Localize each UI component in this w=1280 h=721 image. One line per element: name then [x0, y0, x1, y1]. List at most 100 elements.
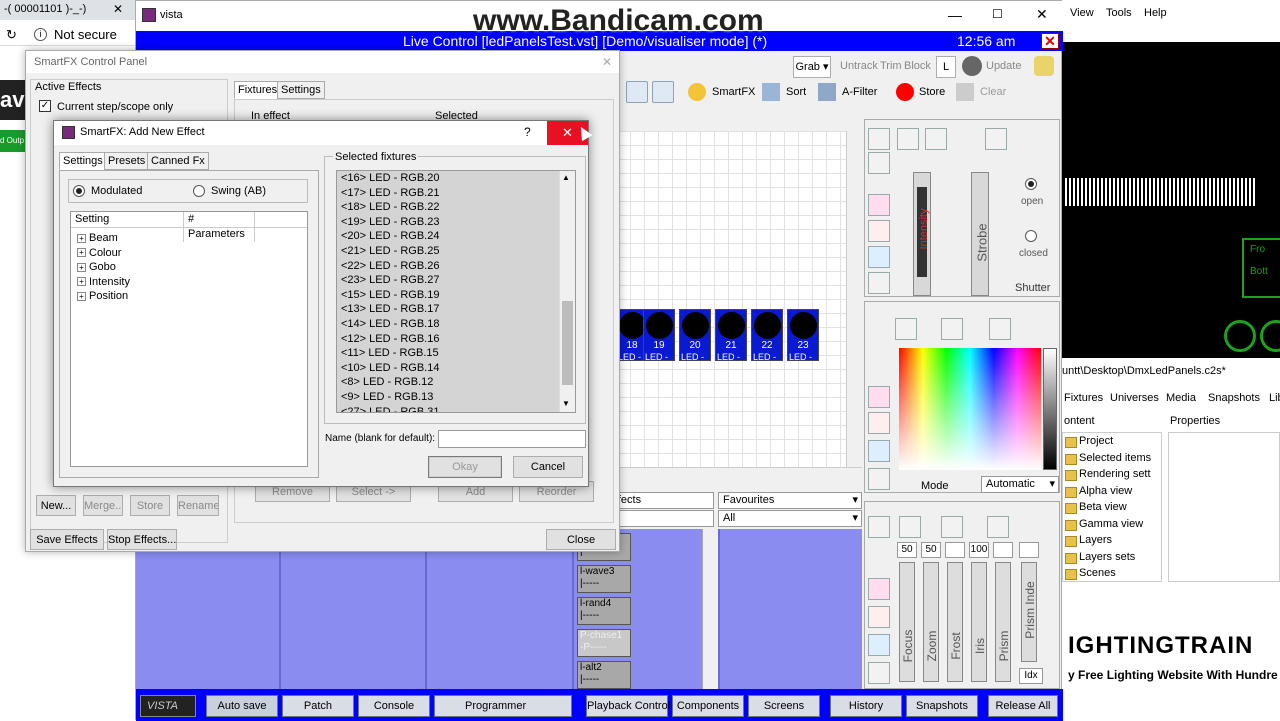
- sidebar-screen-icon[interactable]: [868, 634, 890, 656]
- store-icon[interactable]: [896, 83, 914, 101]
- fixture-23[interactable]: 23 LED -: [787, 309, 819, 362]
- fixture-item[interactable]: <16> LED - RGB.20: [337, 171, 575, 186]
- scroll-thumb[interactable]: [562, 301, 573, 385]
- mode-dropdown[interactable]: Automatic ▾: [981, 476, 1059, 493]
- tree-selected-items[interactable]: Selected items: [1063, 450, 1161, 467]
- sidebar-stop-icon[interactable]: [868, 386, 890, 408]
- modulated-radio[interactable]: [73, 185, 85, 197]
- lamp-icon[interactable]: [1034, 56, 1054, 76]
- beam-percent-icon[interactable]: [985, 128, 1007, 150]
- close-live-icon[interactable]: ✕: [1041, 33, 1059, 49]
- tab-media[interactable]: Media: [1166, 389, 1196, 407]
- filter-icon[interactable]: [818, 83, 836, 101]
- sidebar-home-icon[interactable]: [868, 606, 890, 628]
- programmer-button[interactable]: Programmer: [434, 695, 572, 717]
- sidebar-close-icon[interactable]: [868, 662, 890, 684]
- okay-button[interactable]: Okay: [428, 456, 502, 478]
- lens-value-focus[interactable]: 50: [897, 542, 917, 558]
- rename-button[interactable]: Rename: [177, 495, 219, 516]
- minimize-icon[interactable]: —: [948, 7, 962, 23]
- fixture-item[interactable]: <22> LED - RGB.26: [337, 259, 575, 274]
- browser-tab[interactable]: -( 00001101 )-_-) ✕: [0, 0, 135, 20]
- favourites-filter[interactable]: All ▾: [718, 510, 862, 527]
- brightness-slider[interactable]: [1043, 348, 1057, 470]
- beam-icon[interactable]: [868, 128, 890, 150]
- chase-5[interactable]: l-alt2 |-----: [577, 661, 631, 689]
- fixture-item[interactable]: <11> LED - RGB.15: [337, 346, 575, 361]
- l-button[interactable]: L: [936, 56, 956, 78]
- colour-list-icon[interactable]: [989, 318, 1011, 340]
- save-effects-button[interactable]: Save Effects: [30, 529, 104, 550]
- settings-tree[interactable]: Setting # Parameters + Beam + Colour + Gobo…: [70, 211, 308, 467]
- console-button[interactable]: Console: [358, 695, 430, 717]
- fixture-item[interactable]: <13> LED - RGB.17: [337, 302, 575, 317]
- sidebar-home-icon[interactable]: [868, 220, 890, 242]
- intensity-fader[interactable]: Intensity: [913, 172, 931, 296]
- store-button[interactable]: Store: [919, 86, 945, 98]
- favourites-header[interactable]: Favourites ▾: [718, 492, 862, 509]
- fixture-item[interactable]: <27> LED - RGB.31: [337, 405, 575, 413]
- tree-gamma-view[interactable]: Gamma view: [1063, 516, 1161, 533]
- fixture-21[interactable]: 21 LED -: [715, 309, 747, 362]
- tab-fixtures[interactable]: Fixtures: [234, 81, 282, 99]
- sort-button[interactable]: Sort: [786, 86, 806, 98]
- maximize-icon[interactable]: ☐: [992, 7, 1003, 21]
- reload-icon[interactable]: ↻: [6, 24, 17, 46]
- history-button[interactable]: History: [830, 695, 902, 717]
- open-radio[interactable]: [1025, 178, 1037, 190]
- tree-layers[interactable]: Layers: [1063, 532, 1161, 549]
- tree-scenes[interactable]: Scenes: [1063, 565, 1161, 581]
- closed-radio[interactable]: [1025, 230, 1037, 242]
- sidebar-screen-icon[interactable]: [868, 246, 890, 268]
- eraser-icon[interactable]: [956, 83, 974, 101]
- menu-view[interactable]: View: [1070, 0, 1094, 26]
- menu-help[interactable]: Help: [1144, 0, 1167, 26]
- tree-layer-sets[interactable]: Layers sets: [1063, 549, 1161, 566]
- fixture-item[interactable]: <18> LED - RGB.22: [337, 200, 575, 215]
- update-icon[interactable]: [962, 56, 982, 76]
- selected-fixtures-list[interactable]: <16> LED - RGB.20 <17> LED - RGB.21 <18>…: [336, 170, 576, 413]
- fader-iris[interactable]: Iris: [971, 562, 987, 682]
- fixture-20[interactable]: 20 LED -: [679, 309, 711, 362]
- stop-effects-button[interactable]: Stop Effects...: [107, 529, 177, 550]
- sidebar-crosshair-icon[interactable]: [868, 152, 890, 174]
- untrack-button[interactable]: Untrack: [840, 60, 878, 72]
- sort-icon[interactable]: [762, 83, 780, 101]
- clear-button[interactable]: Clear: [980, 86, 1006, 98]
- close-icon[interactable]: ✕: [113, 0, 123, 18]
- merge-button[interactable]: Merge...: [83, 495, 123, 516]
- sidebar-screen-icon[interactable]: [868, 440, 890, 462]
- visualiser-view[interactable]: Fro Bott: [1062, 42, 1280, 358]
- tree-beta-view[interactable]: Beta view: [1063, 499, 1161, 516]
- effects-filter[interactable]: [612, 510, 714, 527]
- update-button[interactable]: Update: [986, 60, 1021, 72]
- layout-scroll-h[interactable]: [616, 467, 862, 481]
- fixture-item[interactable]: <21> LED - RGB.25: [337, 244, 575, 259]
- screens-button[interactable]: Screens: [748, 695, 820, 717]
- smartfx-icon[interactable]: [688, 83, 706, 101]
- grab-dropdown[interactable]: Grab ▾: [793, 56, 831, 78]
- close-icon[interactable]: ✕: [602, 55, 612, 69]
- expand-icon[interactable]: +: [77, 277, 86, 287]
- lens-value-prism-index[interactable]: [1019, 542, 1039, 558]
- tree-beam[interactable]: + Beam: [71, 231, 307, 246]
- chevron-up-icon[interactable]: ▲: [562, 173, 570, 182]
- fader-zoom[interactable]: Zoom: [923, 562, 939, 682]
- fixture-item[interactable]: <8> LED - RGB.12: [337, 375, 575, 390]
- fixture-item[interactable]: <12> LED - RGB.16: [337, 332, 575, 347]
- lens-focus-icon[interactable]: [899, 516, 921, 538]
- lens-value-iris[interactable]: 100: [969, 542, 989, 558]
- tab-settings[interactable]: Settings: [277, 81, 325, 99]
- fader-focus[interactable]: Focus: [899, 562, 915, 682]
- current-step-checkbox[interactable]: ✓: [39, 100, 51, 113]
- cursor-icon[interactable]: [652, 81, 674, 103]
- lens-value-frost[interactable]: [945, 542, 965, 558]
- fixture-item[interactable]: <10> LED - RGB.14: [337, 361, 575, 376]
- orbit-icon-2[interactable]: [1260, 320, 1280, 352]
- fixture-layout-grid[interactable]: [616, 131, 862, 481]
- playback-area[interactable]: [136, 529, 862, 689]
- name-input[interactable]: [438, 430, 586, 448]
- tab-snapshots[interactable]: Snapshots: [1208, 389, 1260, 407]
- tree-colour[interactable]: + Colour: [71, 246, 307, 261]
- lens-value-zoom[interactable]: 50: [921, 542, 941, 558]
